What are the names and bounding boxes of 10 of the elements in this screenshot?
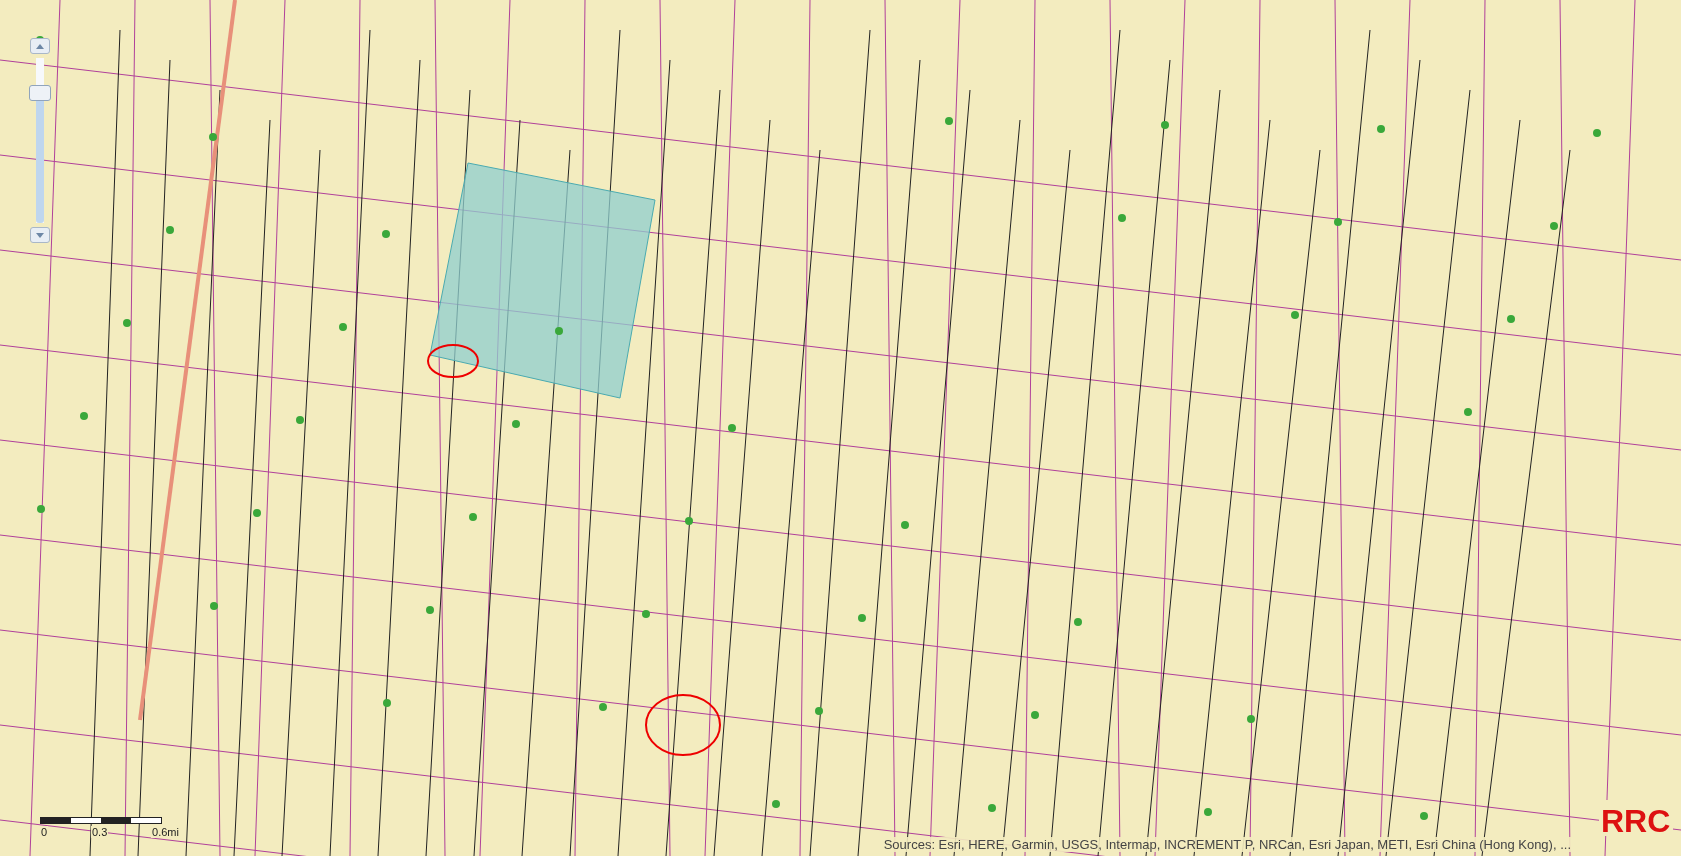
zoom-out-button[interactable] xyxy=(30,227,50,243)
attribution-text: Sources: Esri, HERE, Garmin, USGS, Intermap, INCREMENT P, NRCan, Esri Japan, METI, Esri China (Hong Kong), ... xyxy=(883,837,1571,852)
scale-label: 0 xyxy=(40,826,49,838)
scale-label: 0.6mi xyxy=(151,826,180,838)
zoom-slider-thumb[interactable] xyxy=(29,85,51,102)
zoom-in-button[interactable] xyxy=(30,38,50,54)
up-triangle-icon xyxy=(36,43,44,49)
logo: RRC xyxy=(1599,800,1673,836)
down-triangle-icon xyxy=(36,232,44,238)
map-view[interactable]: 0 0.3 0.6mi Sources: Esri, HERE, Garmin, USGS, Intermap, INCREMENT P, NRCan, Esri Japan, METI, Esri China (Hong Kong), ... RRC xyxy=(0,0,1681,856)
